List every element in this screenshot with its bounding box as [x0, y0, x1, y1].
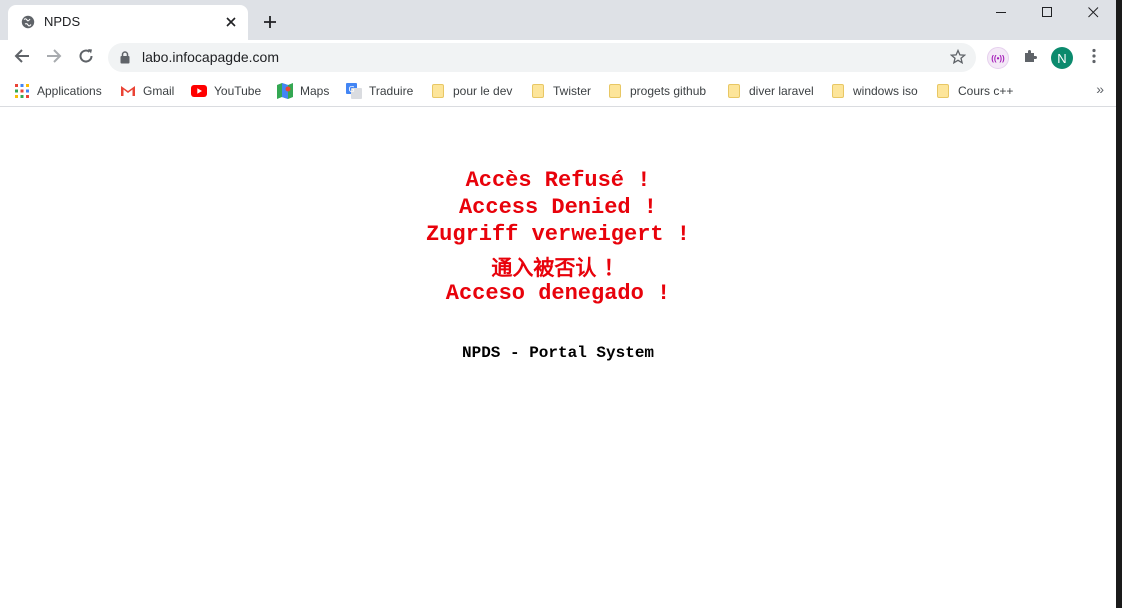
bookmark-label: windows iso [853, 84, 918, 98]
folder-icon [530, 83, 546, 99]
reload-button[interactable] [73, 45, 99, 71]
bookmark-folder-cours-cpp[interactable]: Cours c++ [935, 81, 1013, 101]
url-text: labo.infocapagde.com [142, 49, 279, 65]
bookmark-folder-windows-iso[interactable]: windows iso [830, 81, 918, 101]
folder-icon [607, 83, 623, 99]
tab-title: NPDS [44, 14, 81, 29]
page-content: Accès Refusé ! Access Denied ! Zugriff v… [0, 108, 1116, 608]
portal-system-label: NPDS - Portal System [461, 344, 655, 362]
window-edge [1116, 0, 1122, 608]
svg-text:G: G [349, 85, 355, 94]
bookmark-label: Applications [37, 84, 102, 98]
bookmark-label: pour le dev [453, 84, 513, 98]
bookmark-folder-progets-github[interactable]: progets github [607, 81, 706, 101]
access-denied-english: Access Denied ! [458, 195, 658, 220]
globe-icon [21, 15, 35, 29]
bookmark-applications[interactable]: Applications [14, 81, 102, 101]
bookmark-folder-pour-le-dev[interactable]: pour le dev [430, 81, 512, 101]
access-denied-chinese: 通入被否认 ！ [491, 256, 625, 280]
access-denied-french: Accès Refusé ! [465, 168, 651, 193]
bookmark-label: Maps [300, 84, 330, 98]
bookmark-label: Twister [553, 84, 592, 98]
new-tab-button[interactable] [259, 11, 281, 33]
back-button[interactable] [9, 45, 35, 71]
translate-icon: G [346, 83, 362, 99]
radio-broadcast-icon: ((•)) [987, 47, 1009, 69]
star-icon[interactable] [949, 48, 967, 70]
bookmark-gmail[interactable]: Gmail [120, 81, 174, 101]
profile-button[interactable]: N [1049, 45, 1075, 71]
avatar: N [1051, 47, 1073, 69]
gmail-icon [120, 83, 136, 99]
address-bar[interactable]: labo.infocapagde.com [108, 43, 976, 72]
folder-icon [430, 83, 446, 99]
radio-extension-button[interactable]: ((•)) [985, 45, 1011, 71]
toolbar: labo.infocapagde.com ((•)) N [0, 40, 1116, 75]
tab-strip: NPDS [0, 0, 1116, 40]
chevron-double-right-icon[interactable]: » [1096, 81, 1104, 97]
bookmark-maps[interactable]: Maps [277, 81, 329, 101]
maps-icon [277, 83, 293, 99]
bookmark-label: YouTube [214, 84, 262, 98]
folder-icon [726, 83, 742, 99]
kebab-menu-icon [1092, 48, 1096, 69]
bookmark-traduire[interactable]: G Traduire [346, 81, 413, 101]
bookmark-label: diver laravel [749, 84, 814, 98]
forward-arrow-icon [46, 48, 62, 69]
access-denied-german: Zugriff verweigert ! [425, 222, 691, 247]
lock-icon[interactable] [120, 51, 130, 69]
menu-button[interactable] [1081, 45, 1107, 71]
bookmark-folder-diver-laravel[interactable]: diver laravel [726, 81, 814, 101]
folder-icon [935, 83, 951, 99]
folder-icon [830, 83, 846, 99]
bookmark-folder-twister[interactable]: Twister [530, 81, 591, 101]
reload-icon [78, 48, 94, 69]
tab-npds[interactable]: NPDS [8, 5, 248, 40]
puzzle-icon [1022, 48, 1038, 69]
apps-grid-icon [14, 83, 30, 99]
bookmark-youtube[interactable]: YouTube [191, 81, 261, 101]
forward-button[interactable] [41, 45, 67, 71]
bookmarks-bar: Applications Gmail YouTube Maps G Tradui… [0, 75, 1116, 107]
extensions-button[interactable] [1017, 45, 1043, 71]
access-denied-spanish: Acceso denegado ! [445, 281, 671, 306]
bookmark-label: progets github [630, 84, 707, 98]
bookmark-label: Gmail [143, 84, 175, 98]
youtube-icon [191, 83, 207, 99]
minimize-button[interactable] [978, 0, 1024, 24]
bookmark-label: Traduire [369, 84, 414, 98]
bookmark-label: Cours c++ [958, 84, 1014, 98]
window-close-button[interactable] [1070, 0, 1116, 24]
back-arrow-icon [14, 48, 30, 69]
close-icon[interactable] [222, 13, 240, 31]
maximize-button[interactable] [1024, 0, 1070, 24]
